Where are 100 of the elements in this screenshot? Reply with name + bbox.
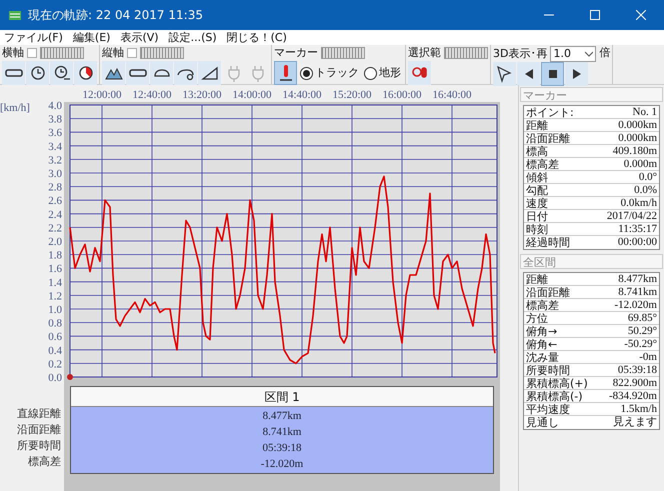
info-label: 俯角←	[525, 338, 558, 350]
section-header: 全区間	[520, 254, 663, 269]
info-value: 0.000km	[617, 132, 658, 144]
maximize-icon	[590, 10, 600, 20]
y-tick-label: 1.4	[48, 276, 62, 289]
y-tick-label: 0.8	[48, 318, 62, 330]
info-value: -12.020m	[614, 299, 658, 311]
row-label: 直線距離	[16, 406, 62, 422]
row-label: 所要時間	[16, 438, 62, 454]
info-value: -834.920m	[608, 390, 658, 402]
info-value: 8.741km	[617, 286, 658, 298]
table-cell-text: -12.020m	[260, 457, 304, 472]
y-tick-label: 0.6	[48, 331, 62, 344]
y-tick-label: 1.2	[48, 290, 62, 302]
y-tick-label: 3.4	[48, 140, 62, 153]
x-tick-label: 14:00:00	[232, 89, 272, 101]
y-tick-label: 3.0	[48, 168, 62, 180]
group-label: マーカー	[274, 46, 318, 59]
x-tick-label: 16:00:00	[382, 89, 422, 101]
info-label: 時刻	[525, 223, 549, 235]
radio-option[interactable]: 地形	[364, 64, 401, 82]
y-tick-label: 2.4	[48, 208, 62, 221]
info-value: 8.477km	[617, 273, 658, 285]
menu-item[interactable]: ファイル(F)	[4, 30, 63, 44]
info-label: 経過時間	[525, 236, 571, 249]
info-label: 標高差	[525, 158, 560, 170]
slider-track[interactable]	[140, 46, 184, 58]
y-tick-label: 0.4	[48, 344, 62, 357]
info-label: 累積標高(+)	[525, 377, 589, 389]
y-tick-label: 1.6	[48, 263, 62, 276]
y-tick-label: 1.0	[48, 304, 62, 316]
app-icon	[8, 8, 22, 22]
section-header: マーカー	[520, 87, 663, 102]
info-value: 69.85°	[626, 312, 658, 324]
radio-label: 地形	[379, 64, 401, 81]
info-label: 沿面距離	[525, 286, 571, 298]
toolbar-button[interactable]	[541, 62, 564, 86]
slider-track[interactable]	[444, 46, 488, 58]
menu-item[interactable]: 表示(V)	[120, 30, 159, 44]
info-value: 0.000km	[617, 119, 658, 131]
table-cell-text: 8.477km	[262, 409, 302, 424]
info-label: 標高差	[525, 299, 560, 311]
x-tick-label: 12:40:00	[132, 89, 172, 101]
info-label: 見通し	[525, 416, 560, 429]
table-header: 区間 1	[71, 387, 493, 407]
info-label: 傾斜	[525, 171, 549, 183]
menu-item[interactable]: 設定...(S)	[168, 30, 217, 44]
info-value: 05:39:18	[616, 364, 658, 376]
group-label: 横軸	[2, 46, 24, 59]
scale-select[interactable]: 1.0	[550, 46, 596, 62]
group-label: 3D表示･再	[493, 46, 548, 60]
start-marker-icon	[67, 374, 73, 380]
slider-track[interactable]	[40, 46, 84, 58]
y-tick-label: 2.2	[48, 222, 62, 234]
info-value: 822.900m	[612, 377, 658, 389]
info-label: 速度	[525, 197, 549, 209]
info-label: 日付	[525, 210, 549, 222]
info-value: 0.000m	[622, 158, 658, 170]
radio-label: トラック	[315, 64, 359, 81]
info-label: 累積標高(-)	[525, 390, 584, 402]
y-tick-label: 2.0	[48, 236, 62, 248]
info-value: 409.180m	[612, 145, 658, 157]
radio-button[interactable]	[364, 66, 377, 80]
info-label: 勾配	[525, 184, 549, 196]
y-tick-label: 1.8	[48, 250, 62, 262]
info-label: 距離	[525, 273, 549, 285]
table-cell-text: 8.741km	[262, 425, 302, 440]
info-value: -50.29°	[623, 338, 658, 350]
radio-button[interactable]	[300, 66, 313, 80]
menu-item[interactable]: 閉じる！(C)	[226, 30, 287, 44]
info-value: 0.0°	[638, 171, 658, 183]
menu-item[interactable]: 編集(E)	[72, 30, 110, 44]
y-tick-label: 4.0	[48, 100, 62, 112]
chevron-down-icon	[585, 51, 594, 57]
info-label: 標高	[525, 145, 549, 157]
info-label: ポイント:	[525, 106, 575, 118]
slider-track[interactable]	[321, 46, 365, 58]
info-label: 沿面距離	[525, 132, 571, 144]
group-label: 選択範	[408, 46, 441, 59]
y-tick-label: 0.0	[48, 372, 62, 384]
y-tick-label: 3.2	[48, 154, 62, 166]
info-value: 見えます	[612, 416, 658, 429]
y-tick-label: 3.8	[48, 114, 62, 126]
axis-unit: [km/h]	[0, 102, 30, 114]
y-tick-label: 3.6	[48, 127, 62, 140]
y-tick-label: 0.2	[48, 358, 62, 370]
info-value: 0.0km/h	[620, 197, 658, 209]
toolbar-button[interactable]	[274, 61, 297, 85]
info-value: 11:35:17	[617, 223, 658, 235]
row-label: 沿面距離	[16, 422, 62, 438]
y-tick-label: 2.6	[48, 195, 62, 208]
table-cell-text: 05:39:18	[261, 441, 303, 456]
info-value: 50.29°	[626, 325, 658, 337]
radio-option[interactable]: トラック	[300, 64, 359, 82]
info-label: 沈み量	[525, 351, 560, 363]
info-value: 2017/04/22	[606, 210, 658, 222]
y-tick-label: 2.8	[48, 182, 62, 194]
x-tick-label: 16:40:00	[432, 89, 472, 101]
x-tick-label: 12:00:00	[82, 89, 122, 101]
info-label: 所要時間	[525, 364, 571, 376]
